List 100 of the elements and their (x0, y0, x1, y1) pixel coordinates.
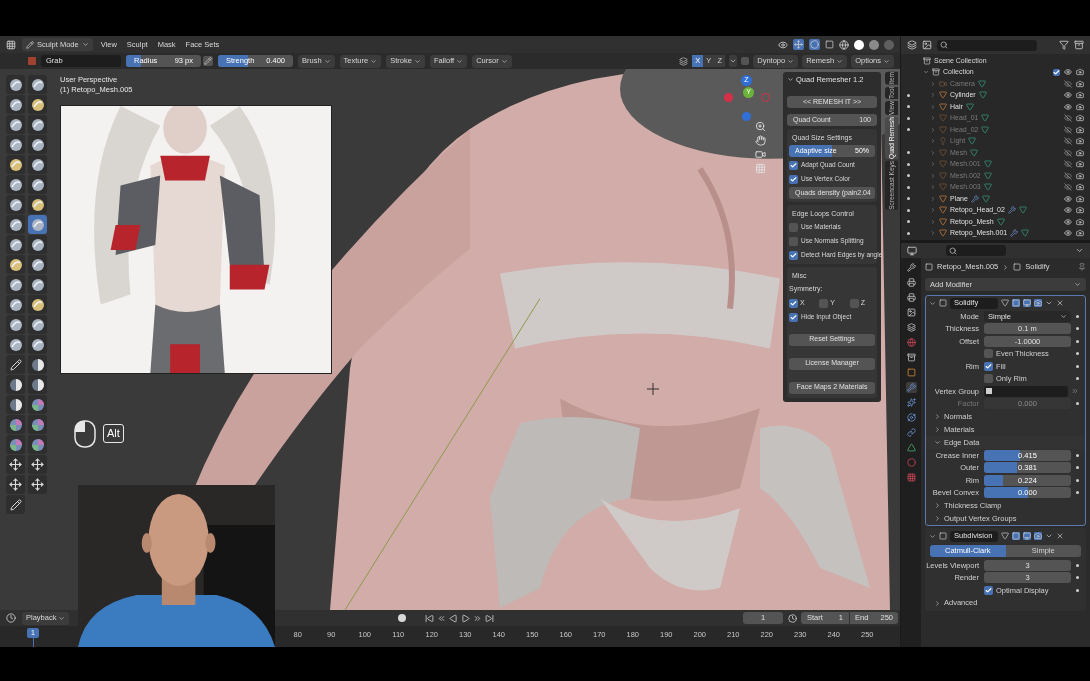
solid-shading-icon[interactable] (854, 39, 864, 50)
triangle-icon[interactable] (905, 442, 917, 453)
sparkles-icon[interactable] (905, 397, 917, 408)
closed-eye-icon[interactable] (1064, 125, 1072, 134)
eye-icon[interactable] (1064, 206, 1072, 215)
previous-keyframe-icon[interactable] (437, 613, 446, 623)
play-reverse-icon[interactable] (449, 613, 458, 623)
camera-icon[interactable] (1076, 79, 1084, 88)
edit-mode-icon[interactable] (1001, 299, 1009, 307)
light-icon (939, 137, 947, 146)
checkbox[interactable] (984, 374, 993, 384)
record-icon[interactable] (398, 614, 406, 622)
jump-start-icon[interactable] (425, 613, 434, 623)
checkbox[interactable] (984, 361, 993, 371)
camera-icon[interactable] (1076, 160, 1084, 169)
printer-icon[interactable] (905, 277, 917, 288)
search-field[interactable] (946, 245, 1006, 256)
camera-icon[interactable] (1076, 102, 1084, 111)
chevron-icon (934, 599, 941, 607)
render-icon[interactable] (1034, 532, 1042, 540)
camera-icon[interactable] (1076, 194, 1084, 203)
close-icon[interactable] (1056, 299, 1064, 307)
viewport-icon[interactable] (1023, 299, 1031, 307)
image-icon[interactable] (905, 307, 917, 318)
clock-icon[interactable] (788, 613, 797, 623)
square-icon[interactable] (905, 367, 917, 378)
checkbox[interactable] (984, 349, 993, 359)
printer-icon[interactable] (905, 292, 917, 303)
eye-icon[interactable] (1064, 229, 1072, 238)
eye-icon[interactable] (1064, 68, 1072, 77)
editor-type-icon[interactable] (907, 40, 917, 50)
search-field[interactable] (937, 39, 1037, 51)
swap-icon[interactable] (1071, 387, 1079, 396)
camera-icon[interactable] (1076, 137, 1084, 146)
close-icon[interactable] (1056, 532, 1064, 540)
new-collection-icon[interactable] (1074, 40, 1084, 50)
axis-dropdown[interactable] (729, 55, 738, 67)
chevron-icon (81, 41, 89, 48)
eye-icon[interactable] (1064, 102, 1072, 111)
edit-mode-icon[interactable] (1001, 532, 1009, 540)
closed-eye-icon[interactable] (1064, 137, 1072, 146)
camera-icon (939, 79, 947, 88)
closed-eye-icon[interactable] (1064, 160, 1072, 169)
closed-eye-icon[interactable] (1064, 79, 1072, 88)
closed-eye-icon[interactable] (1064, 148, 1072, 157)
editor-type-icon[interactable] (907, 245, 917, 256)
material-shading-icon[interactable] (869, 39, 879, 50)
wrench-icon[interactable] (905, 262, 917, 273)
object-icon (925, 263, 933, 271)
play-icon[interactable] (461, 613, 470, 623)
next-keyframe-icon[interactable] (473, 613, 482, 623)
pressure-icon[interactable] (203, 56, 213, 66)
eye-icon[interactable] (1064, 217, 1072, 226)
display-mode-icon[interactable] (922, 40, 932, 50)
eye-icon[interactable] (1064, 91, 1072, 100)
eye-icon[interactable] (1064, 194, 1072, 203)
eye-icon[interactable] (778, 39, 788, 50)
overlay-icon[interactable] (809, 39, 820, 50)
camera-icon[interactable] (1076, 229, 1084, 238)
camera-icon[interactable] (1076, 171, 1084, 180)
chevron-icon (923, 69, 929, 76)
jump-end-icon[interactable] (485, 613, 494, 623)
camera-icon[interactable] (1076, 183, 1084, 192)
vertex-group-field[interactable] (984, 385, 1068, 397)
chevron-icon (836, 57, 844, 65)
closed-eye-icon[interactable] (1064, 171, 1072, 180)
checkbox[interactable] (741, 57, 750, 65)
closed-eye-icon[interactable] (1064, 183, 1072, 192)
filter-icon[interactable] (1059, 40, 1069, 50)
gizmo-icon[interactable] (793, 39, 804, 50)
pin-icon[interactable] (1078, 263, 1086, 271)
camera-icon[interactable] (1076, 91, 1084, 100)
camera-icon[interactable] (1076, 125, 1084, 134)
camera-icon[interactable] (1076, 114, 1084, 123)
orbit-icon[interactable] (905, 412, 917, 423)
mesh-data-icon (996, 217, 1005, 226)
dropdown-icon[interactable] (1045, 532, 1053, 540)
closed-eye-icon[interactable] (1064, 114, 1072, 123)
camera-icon[interactable] (1076, 68, 1084, 77)
viewport-icon[interactable] (1023, 532, 1031, 540)
search-icon (940, 41, 948, 49)
checkbox[interactable] (1053, 68, 1060, 76)
camera-icon[interactable] (1076, 217, 1084, 226)
editor-type-icon[interactable] (6, 613, 16, 623)
link-icon[interactable] (905, 427, 917, 438)
archive-icon[interactable] (905, 352, 917, 363)
globe-icon[interactable] (905, 337, 917, 348)
checkbox[interactable] (984, 585, 993, 595)
xray-icon[interactable] (825, 40, 834, 49)
options-dropdown[interactable] (1075, 246, 1084, 255)
camera-icon[interactable] (1076, 206, 1084, 215)
grid-icon[interactable] (905, 472, 917, 483)
camera-icon[interactable] (1076, 148, 1084, 157)
editor-type-icon[interactable] (6, 39, 16, 50)
wireframe-shading-icon[interactable] (839, 39, 849, 50)
circle-icon[interactable] (905, 457, 917, 468)
dropdown-icon[interactable] (1045, 299, 1053, 307)
wrench-icon[interactable] (905, 382, 917, 393)
chevron-icon (456, 57, 464, 65)
render-icon[interactable] (1034, 299, 1042, 307)
